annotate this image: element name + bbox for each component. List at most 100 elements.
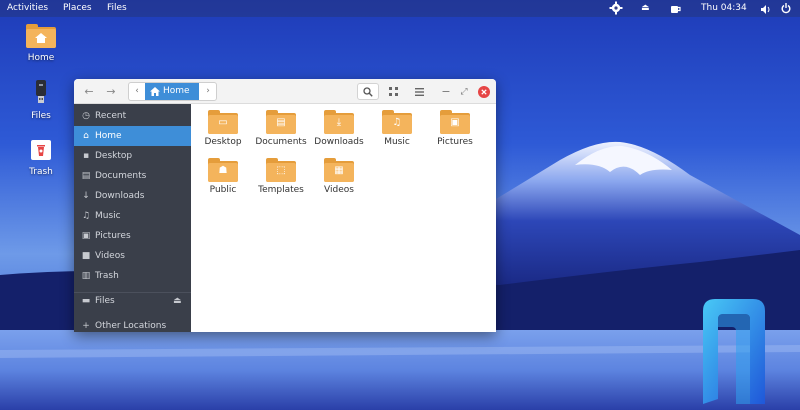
file-manager-window: ← → ‹ Home › − ⤢ ◷ Recent ⌂ Home ▪ Deskt…	[74, 79, 496, 332]
trash-icon: ▥	[81, 271, 91, 281]
power-icon[interactable]	[781, 3, 791, 21]
download-icon: ⤓	[336, 117, 342, 128]
sidebar-item-desktop[interactable]: ▪ Desktop	[74, 146, 191, 166]
eject-icon[interactable]: ⏏	[173, 291, 182, 311]
sidebar-item-label: Recent	[95, 111, 127, 121]
sidebar-item-label: Pictures	[95, 231, 131, 241]
desktop-icon-label: Home	[27, 53, 55, 63]
path-bar: ‹ Home ›	[128, 82, 217, 101]
sidebar-item-home[interactable]: ⌂ Home	[74, 126, 191, 146]
template-icon: ⬚	[276, 165, 286, 176]
home-icon: ⌂	[83, 131, 89, 141]
sidebar-item-label: Documents	[95, 171, 147, 181]
home-folder-icon	[26, 24, 56, 48]
sidebar-item-files-drive[interactable]: ▬ Files ⏏	[74, 291, 191, 311]
folder-icon: ▣	[440, 110, 470, 134]
folder-videos[interactable]: ▦ Videos	[310, 152, 368, 196]
sidebar-item-pictures[interactable]: ▣ Pictures	[74, 226, 191, 246]
desktop-icon-label: Files	[31, 111, 51, 121]
folder-label: Documents	[255, 137, 307, 147]
search-icon	[363, 86, 373, 97]
music-icon: ♫	[392, 117, 402, 128]
sidebar-item-trash[interactable]: ▥ Trash	[74, 266, 191, 286]
files-app-menu[interactable]: Files	[107, 0, 127, 17]
desktop-icon: ▪	[82, 151, 90, 161]
folder-templates[interactable]: ⬚ Templates	[252, 152, 310, 196]
folder-icon: ☗	[208, 158, 238, 182]
close-icon[interactable]	[477, 85, 490, 98]
folder-label: Pictures	[437, 137, 473, 147]
eject-icon[interactable]: ⏏	[641, 0, 650, 17]
folder-pictures[interactable]: ▣ Pictures	[426, 104, 484, 148]
sidebar-item-label: Desktop	[95, 151, 133, 161]
path-right-chevron-icon[interactable]: ›	[200, 83, 216, 100]
desktop-icon-label: Trash	[29, 167, 53, 177]
folder-icon: ▤	[266, 110, 296, 134]
people-icon: ☗	[218, 165, 228, 176]
grid-view-button[interactable]	[384, 83, 402, 100]
folder-icon: ⬚	[266, 158, 296, 182]
document-icon: ▤	[276, 117, 286, 128]
desktop-home-shortcut[interactable]: Home	[19, 24, 63, 63]
forward-arrow-icon[interactable]: →	[102, 83, 120, 100]
menu-button[interactable]	[410, 83, 428, 100]
folder-music[interactable]: ♫ Music	[368, 104, 426, 148]
sidebar-item-other-locations[interactable]: + Other Locations	[74, 316, 191, 332]
sidebar-item-label: Videos	[95, 251, 125, 261]
maximize-icon[interactable]: ⤢	[458, 83, 470, 100]
back-arrow-icon[interactable]: ←	[80, 83, 98, 100]
sidebar-item-music[interactable]: ♫ Music	[74, 206, 191, 226]
plus-icon: +	[82, 321, 90, 331]
folder-icon: ♫	[382, 110, 412, 134]
film-icon: ▦	[334, 165, 344, 176]
search-button[interactable]	[357, 83, 379, 100]
top-bar: Activities Places Files ⏏ Thu 04:34	[0, 0, 800, 17]
folder-label: Templates	[258, 185, 304, 195]
document-icon: ▤	[81, 171, 91, 181]
path-home-button[interactable]: Home	[145, 83, 199, 100]
places-menu[interactable]: Places	[63, 0, 92, 17]
activities-button[interactable]: Activities	[7, 0, 48, 17]
folder-label: Music	[384, 137, 410, 147]
folder-documents[interactable]: ▤ Documents	[252, 104, 310, 148]
sidebar-item-label: Trash	[95, 271, 119, 281]
desktop-files-shortcut[interactable]: Files	[19, 80, 63, 121]
settings-gear-icon[interactable]	[609, 1, 623, 22]
coffee-cup-icon[interactable]	[670, 4, 682, 21]
folder-icon: ▭	[208, 110, 238, 134]
minimize-icon[interactable]: −	[440, 83, 452, 100]
clock[interactable]: Thu 04:34	[701, 0, 747, 17]
sidebar-item-videos[interactable]: ■ Videos	[74, 246, 191, 266]
sidebar-item-recent[interactable]: ◷ Recent	[74, 106, 191, 126]
folder-public[interactable]: ☗ Public	[194, 152, 252, 196]
music-icon: ♫	[81, 211, 91, 221]
sidebar-item-documents[interactable]: ▤ Documents	[74, 166, 191, 186]
drive-icon: ▬	[81, 296, 91, 306]
path-left-chevron-icon[interactable]: ‹	[129, 83, 145, 100]
hamburger-icon	[414, 87, 424, 96]
download-icon: ↓	[82, 191, 90, 201]
desktop-icon: ▭	[218, 117, 228, 128]
folder-label: Downloads	[314, 137, 364, 147]
picture-icon: ▣	[81, 231, 91, 241]
folder-view: ▭ Desktop ▤ Documents ⤓ Downloads ♫ Musi…	[191, 104, 496, 332]
folder-downloads[interactable]: ⤓ Downloads	[310, 104, 368, 148]
usb-drive-icon	[36, 80, 46, 103]
sidebar-item-downloads[interactable]: ↓ Downloads	[74, 186, 191, 206]
volume-icon[interactable]	[761, 4, 771, 21]
clock-icon: ◷	[82, 111, 90, 121]
sidebar-item-label: Music	[95, 211, 121, 221]
grid-icon	[388, 87, 398, 96]
folder-label: Desktop	[204, 137, 242, 147]
folder-desktop[interactable]: ▭ Desktop	[194, 104, 252, 148]
path-home-label: Home	[163, 86, 190, 96]
sidebar-item-label: Files	[95, 296, 115, 306]
header-bar: ← → ‹ Home › − ⤢	[74, 79, 496, 104]
folder-label: Public	[209, 185, 237, 195]
home-icon	[150, 87, 160, 96]
sidebar-item-label: Other Locations	[95, 321, 167, 331]
sidebar: ◷ Recent ⌂ Home ▪ Desktop ▤ Documents ↓ …	[74, 104, 191, 332]
folder-label: Videos	[324, 185, 354, 195]
desktop-trash-shortcut[interactable]: Trash	[19, 138, 63, 177]
sidebar-item-label: Home	[95, 131, 122, 141]
